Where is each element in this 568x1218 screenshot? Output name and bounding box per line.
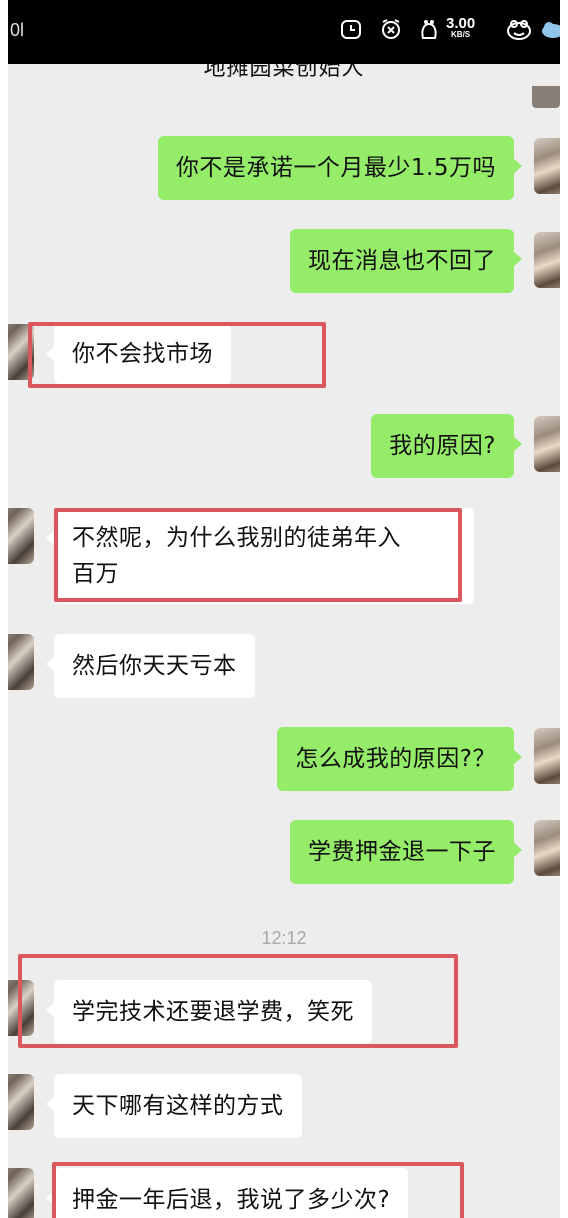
my-avatar[interactable] bbox=[534, 820, 560, 876]
my-avatar[interactable] bbox=[534, 138, 560, 194]
message-bubble-sent[interactable]: 怎么成我的原因?？ bbox=[277, 727, 522, 791]
message-bubble-received[interactable]: 天下哪有这样的方式 bbox=[46, 1074, 302, 1138]
chat-header: 地摊园菜创始人 bbox=[8, 64, 560, 110]
message-text: 你不是承诺一个月最少1.5万吗 bbox=[175, 155, 496, 181]
message-text: 怎么成我的原因?？ bbox=[295, 746, 496, 772]
status-left-text: 0l bbox=[10, 20, 25, 40]
message-text: 现在消息也不回了 bbox=[308, 248, 496, 274]
message-text: 我的原因? bbox=[389, 433, 496, 459]
message-bubble-sent[interactable]: 你不是承诺一个月最少1.5万吗 bbox=[157, 136, 523, 200]
header-avatar-edge bbox=[532, 86, 560, 108]
message-text: 天下哪有这样的方式 bbox=[72, 1093, 284, 1119]
network-speed: 3.00 KB/S bbox=[446, 16, 475, 39]
frog-icon bbox=[507, 20, 531, 40]
message-bubble-sent[interactable]: 我的原因? bbox=[371, 414, 522, 478]
status-bar: 0l 3.00 KB/S bbox=[8, 0, 560, 64]
message-bubble-received[interactable]: 然后你天天亏本 bbox=[46, 634, 255, 698]
highlight-box bbox=[18, 954, 458, 1048]
message-text: 然后你天天亏本 bbox=[72, 653, 237, 679]
highlight-box bbox=[52, 1162, 464, 1218]
chat-title: 地摊园菜创始人 bbox=[203, 64, 365, 81]
highlight-box bbox=[54, 508, 462, 602]
cloud-icon bbox=[542, 22, 560, 38]
contact-avatar[interactable] bbox=[8, 634, 34, 690]
contact-avatar[interactable] bbox=[8, 508, 34, 564]
message-bubble-sent[interactable]: 学费押金退一下子 bbox=[290, 820, 522, 884]
my-avatar[interactable] bbox=[534, 416, 560, 472]
my-avatar[interactable] bbox=[534, 232, 560, 288]
alarm-clock-icon bbox=[341, 20, 361, 39]
message-timestamp: 12:12 bbox=[261, 928, 307, 948]
contact-avatar[interactable] bbox=[8, 1168, 34, 1218]
message-text: 学费押金退一下子 bbox=[308, 839, 496, 865]
message-bubble-sent[interactable]: 现在消息也不回了 bbox=[290, 229, 522, 293]
network-speed-value: 3.00 bbox=[446, 15, 476, 32]
network-speed-unit: KB/S bbox=[451, 30, 471, 39]
chat-screen: 0l 3.00 KB/S 地摊园菜创始人 你不是承诺一个月最少1.5万吗 现在消… bbox=[8, 0, 560, 1218]
pet-icon bbox=[421, 20, 437, 39]
highlight-box bbox=[28, 322, 326, 388]
mute-alarm-icon bbox=[382, 19, 400, 39]
contact-avatar[interactable] bbox=[8, 1074, 34, 1130]
my-avatar[interactable] bbox=[534, 728, 560, 784]
